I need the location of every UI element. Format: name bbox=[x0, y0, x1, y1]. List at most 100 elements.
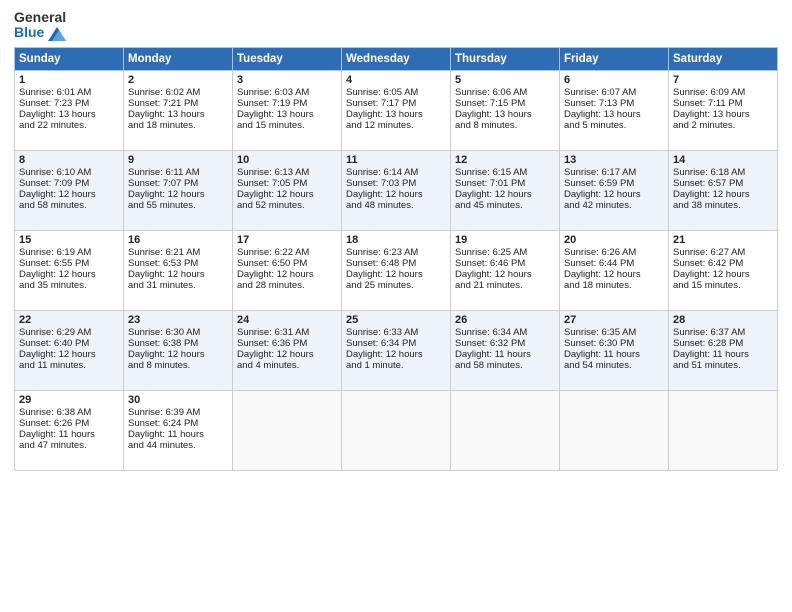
day-info-line: Sunrise: 6:10 AM bbox=[19, 167, 119, 178]
day-info-line: and 54 minutes. bbox=[564, 360, 664, 371]
calendar-cell: 8Sunrise: 6:10 AMSunset: 7:09 PMDaylight… bbox=[15, 150, 124, 230]
day-info-line: Sunset: 6:40 PM bbox=[19, 338, 119, 349]
calendar-week-5: 29Sunrise: 6:38 AMSunset: 6:26 PM Dayligh… bbox=[15, 390, 778, 470]
day-info-line: Sunrise: 6:27 AM bbox=[673, 247, 773, 258]
day-info-line: Sunrise: 6:19 AM bbox=[19, 247, 119, 258]
day-number: 26 bbox=[455, 314, 555, 326]
calendar-table: SundayMondayTuesdayWednesdayThursdayFrid… bbox=[14, 47, 778, 471]
day-info-line: Sunset: 6:30 PM bbox=[564, 338, 664, 349]
day-info-line: Sunrise: 6:37 AM bbox=[673, 327, 773, 338]
logo-mark: General Blue bbox=[14, 10, 66, 41]
day-info-line: Daylight: 12 hours bbox=[455, 269, 555, 280]
day-info-line: and 31 minutes. bbox=[128, 280, 228, 291]
day-number: 13 bbox=[564, 154, 664, 166]
day-number: 17 bbox=[237, 234, 337, 246]
calendar-cell: 21Sunrise: 6:27 AMSunset: 6:42 PMDayligh… bbox=[669, 230, 778, 310]
col-header-thursday: Thursday bbox=[451, 47, 560, 70]
day-info-line: Sunrise: 6:33 AM bbox=[346, 327, 446, 338]
day-info-line: Sunset: 6:57 PM bbox=[673, 178, 773, 189]
col-header-friday: Friday bbox=[560, 47, 669, 70]
calendar-cell: 13Sunrise: 6:17 AMSunset: 6:59 PMDayligh… bbox=[560, 150, 669, 230]
day-number: 8 bbox=[19, 154, 119, 166]
day-info-line: Daylight: 12 hours bbox=[564, 269, 664, 280]
day-info-line: Sunset: 6:50 PM bbox=[237, 258, 337, 269]
day-info-line: Daylight: 12 hours bbox=[128, 349, 228, 360]
day-info-line: Sunset: 6:44 PM bbox=[564, 258, 664, 269]
calendar-cell bbox=[451, 390, 560, 470]
calendar-cell: 29Sunrise: 6:38 AMSunset: 6:26 PMDayligh… bbox=[15, 390, 124, 470]
day-info-line: and 58 minutes. bbox=[455, 360, 555, 371]
calendar-cell: 17Sunrise: 6:22 AMSunset: 6:50 PMDayligh… bbox=[233, 230, 342, 310]
day-number: 28 bbox=[673, 314, 773, 326]
day-info-line: Sunset: 7:19 PM bbox=[237, 98, 337, 109]
day-info-line: Daylight: 12 hours bbox=[673, 269, 773, 280]
day-info-line: Sunset: 6:34 PM bbox=[346, 338, 446, 349]
day-info-line: and 42 minutes. bbox=[564, 200, 664, 211]
calendar-cell: 14Sunrise: 6:18 AMSunset: 6:57 PMDayligh… bbox=[669, 150, 778, 230]
day-info-line: Sunrise: 6:06 AM bbox=[455, 87, 555, 98]
calendar-cell: 27Sunrise: 6:35 AMSunset: 6:30 PMDayligh… bbox=[560, 310, 669, 390]
col-header-wednesday: Wednesday bbox=[342, 47, 451, 70]
day-info-line: Daylight: 12 hours bbox=[128, 269, 228, 280]
day-info-line: Sunrise: 6:26 AM bbox=[564, 247, 664, 258]
day-number: 24 bbox=[237, 314, 337, 326]
day-info-line: Sunset: 7:05 PM bbox=[237, 178, 337, 189]
day-number: 23 bbox=[128, 314, 228, 326]
day-info-line: Daylight: 12 hours bbox=[346, 189, 446, 200]
calendar-cell: 10Sunrise: 6:13 AMSunset: 7:05 PMDayligh… bbox=[233, 150, 342, 230]
logo-blue: Blue bbox=[14, 25, 66, 40]
day-info-line: Daylight: 12 hours bbox=[237, 349, 337, 360]
day-number: 30 bbox=[128, 394, 228, 406]
day-info-line: Daylight: 13 hours bbox=[237, 109, 337, 120]
day-info-line: and 5 minutes. bbox=[564, 120, 664, 131]
day-info-line: Sunrise: 6:25 AM bbox=[455, 247, 555, 258]
day-info-line: Sunset: 7:09 PM bbox=[19, 178, 119, 189]
day-info-line: Sunrise: 6:34 AM bbox=[455, 327, 555, 338]
day-info-line: Daylight: 12 hours bbox=[237, 189, 337, 200]
day-number: 20 bbox=[564, 234, 664, 246]
day-info-line: and 18 minutes. bbox=[128, 120, 228, 131]
calendar-cell: 23Sunrise: 6:30 AMSunset: 6:38 PMDayligh… bbox=[124, 310, 233, 390]
calendar-body: 1Sunrise: 6:01 AMSunset: 7:23 PMDaylight… bbox=[15, 70, 778, 470]
calendar-cell: 18Sunrise: 6:23 AMSunset: 6:48 PMDayligh… bbox=[342, 230, 451, 310]
day-info-line: Daylight: 12 hours bbox=[673, 189, 773, 200]
day-info-line: Sunrise: 6:21 AM bbox=[128, 247, 228, 258]
day-number: 16 bbox=[128, 234, 228, 246]
day-number: 9 bbox=[128, 154, 228, 166]
day-info-line: Sunrise: 6:18 AM bbox=[673, 167, 773, 178]
day-info-line: and 38 minutes. bbox=[673, 200, 773, 211]
day-number: 18 bbox=[346, 234, 446, 246]
day-info-line: Sunset: 7:21 PM bbox=[128, 98, 228, 109]
day-info-line: Sunset: 6:38 PM bbox=[128, 338, 228, 349]
day-info-line: Sunrise: 6:29 AM bbox=[19, 327, 119, 338]
calendar-week-3: 15Sunrise: 6:19 AMSunset: 6:55 PMDayligh… bbox=[15, 230, 778, 310]
day-info-line: and 15 minutes. bbox=[237, 120, 337, 131]
day-info-line: Sunrise: 6:14 AM bbox=[346, 167, 446, 178]
day-info-line: Sunset: 6:28 PM bbox=[673, 338, 773, 349]
calendar-week-2: 8Sunrise: 6:10 AMSunset: 7:09 PMDaylight… bbox=[15, 150, 778, 230]
day-info-line: Sunrise: 6:35 AM bbox=[564, 327, 664, 338]
calendar-cell: 9Sunrise: 6:11 AMSunset: 7:07 PMDaylight… bbox=[124, 150, 233, 230]
calendar-cell: 6Sunrise: 6:07 AMSunset: 7:13 PMDaylight… bbox=[560, 70, 669, 150]
day-info-line: Sunset: 6:46 PM bbox=[455, 258, 555, 269]
calendar-cell bbox=[233, 390, 342, 470]
day-info-line: Sunrise: 6:39 AM bbox=[128, 407, 228, 418]
day-info-line: Daylight: 11 hours bbox=[128, 429, 228, 440]
calendar-cell bbox=[560, 390, 669, 470]
day-info-line: Sunrise: 6:30 AM bbox=[128, 327, 228, 338]
calendar-cell: 11Sunrise: 6:14 AMSunset: 7:03 PMDayligh… bbox=[342, 150, 451, 230]
day-info-line: Sunrise: 6:38 AM bbox=[19, 407, 119, 418]
logo: General Blue bbox=[14, 10, 66, 41]
col-header-monday: Monday bbox=[124, 47, 233, 70]
day-info-line: Sunrise: 6:23 AM bbox=[346, 247, 446, 258]
calendar-cell: 5Sunrise: 6:06 AMSunset: 7:15 PMDaylight… bbox=[451, 70, 560, 150]
day-info-line: and 47 minutes. bbox=[19, 440, 119, 451]
day-info-line: Sunset: 6:26 PM bbox=[19, 418, 119, 429]
calendar-cell bbox=[669, 390, 778, 470]
day-info-line: and 45 minutes. bbox=[455, 200, 555, 211]
day-number: 29 bbox=[19, 394, 119, 406]
day-info-line: Sunset: 6:55 PM bbox=[19, 258, 119, 269]
col-header-sunday: Sunday bbox=[15, 47, 124, 70]
day-info-line: Daylight: 12 hours bbox=[19, 189, 119, 200]
day-info-line: and 11 minutes. bbox=[19, 360, 119, 371]
